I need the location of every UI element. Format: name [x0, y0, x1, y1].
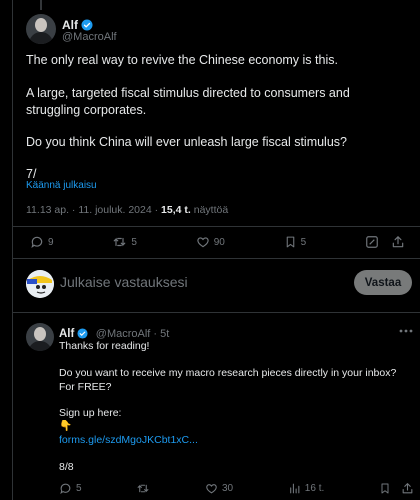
reply-text: Do you want to receive my macro research…	[59, 367, 397, 393]
reply-icon	[30, 235, 44, 249]
tweet-paragraph: Do you think China will ever unleash lar…	[26, 135, 347, 149]
grok-icon[interactable]	[365, 235, 379, 249]
extra-actions	[365, 235, 405, 249]
heart-icon	[205, 482, 218, 495]
tweet-time[interactable]: 11.13 ap. · 11. jouluk. 2024 ·	[26, 204, 161, 216]
divider	[12, 312, 420, 313]
translate-link[interactable]: Käännä julkaisu	[26, 180, 97, 191]
reply-icon	[59, 482, 72, 495]
reply-composer: Julkaise vastauksesi Vastaa	[12, 259, 420, 309]
more-options-icon[interactable]	[398, 322, 414, 340]
pointing-down-emoji: 👇	[59, 420, 73, 432]
reply-action[interactable]: 9	[30, 235, 54, 249]
share-icon[interactable]	[391, 235, 405, 249]
like-action[interactable]: 30	[205, 482, 233, 495]
reply-text: 8/8	[59, 461, 74, 473]
heart-icon	[196, 235, 210, 249]
author-name[interactable]: Alf	[62, 18, 78, 32]
reply-count: 9	[48, 236, 54, 248]
like-count: 30	[221, 482, 234, 494]
views-count: 15,4 t.	[161, 204, 191, 216]
tweet-paragraph: A large, targeted fiscal stimulus direct…	[26, 86, 350, 117]
user-avatar[interactable]	[26, 270, 54, 298]
reply-actions: 5 30 16 t.	[59, 480, 414, 496]
extra-actions	[379, 482, 414, 495]
share-icon[interactable]	[401, 482, 414, 495]
views-count: 16 t.	[304, 482, 325, 494]
reply-input[interactable]: Julkaise vastauksesi	[60, 274, 188, 290]
repost-icon	[112, 235, 127, 249]
author-avatar[interactable]	[26, 14, 56, 44]
reply-author-avatar[interactable]	[26, 323, 54, 351]
reply-action[interactable]: 5	[59, 482, 82, 495]
thread-connector	[40, 0, 42, 10]
reply-count: 5	[76, 482, 82, 494]
tweet-paragraph: The only real way to revive the Chinese …	[26, 53, 338, 67]
author-handle[interactable]: @MacroAlf	[62, 31, 117, 43]
reply-submit-button[interactable]: Vastaa	[354, 270, 412, 295]
tweet-meta: 11.13 ap. · 11. jouluk. 2024 · 15,4 t. n…	[26, 204, 228, 216]
repost-action[interactable]	[136, 482, 150, 495]
tweet-actions: 9 5 90 5	[30, 234, 405, 250]
signup-link[interactable]: forms.gle/szdMgoJKCbt1xC...	[59, 433, 414, 447]
analytics-icon	[288, 482, 301, 495]
repost-action[interactable]: 5	[112, 235, 137, 249]
like-action[interactable]: 90	[196, 235, 225, 249]
divider	[12, 226, 420, 227]
bookmark-count: 5	[300, 236, 307, 248]
reply-text: Sign up here:	[59, 407, 122, 419]
bookmark-action[interactable]: 5	[284, 235, 307, 249]
bookmark-icon[interactable]	[379, 482, 391, 495]
bookmark-icon	[284, 235, 297, 249]
reply-text: Thanks for reading!	[59, 340, 150, 352]
repost-count: 5	[131, 236, 137, 248]
repost-icon	[136, 482, 150, 495]
like-count: 90	[213, 236, 225, 248]
views-action[interactable]: 16 t.	[288, 482, 324, 495]
views-label: näyttöä	[190, 204, 229, 216]
